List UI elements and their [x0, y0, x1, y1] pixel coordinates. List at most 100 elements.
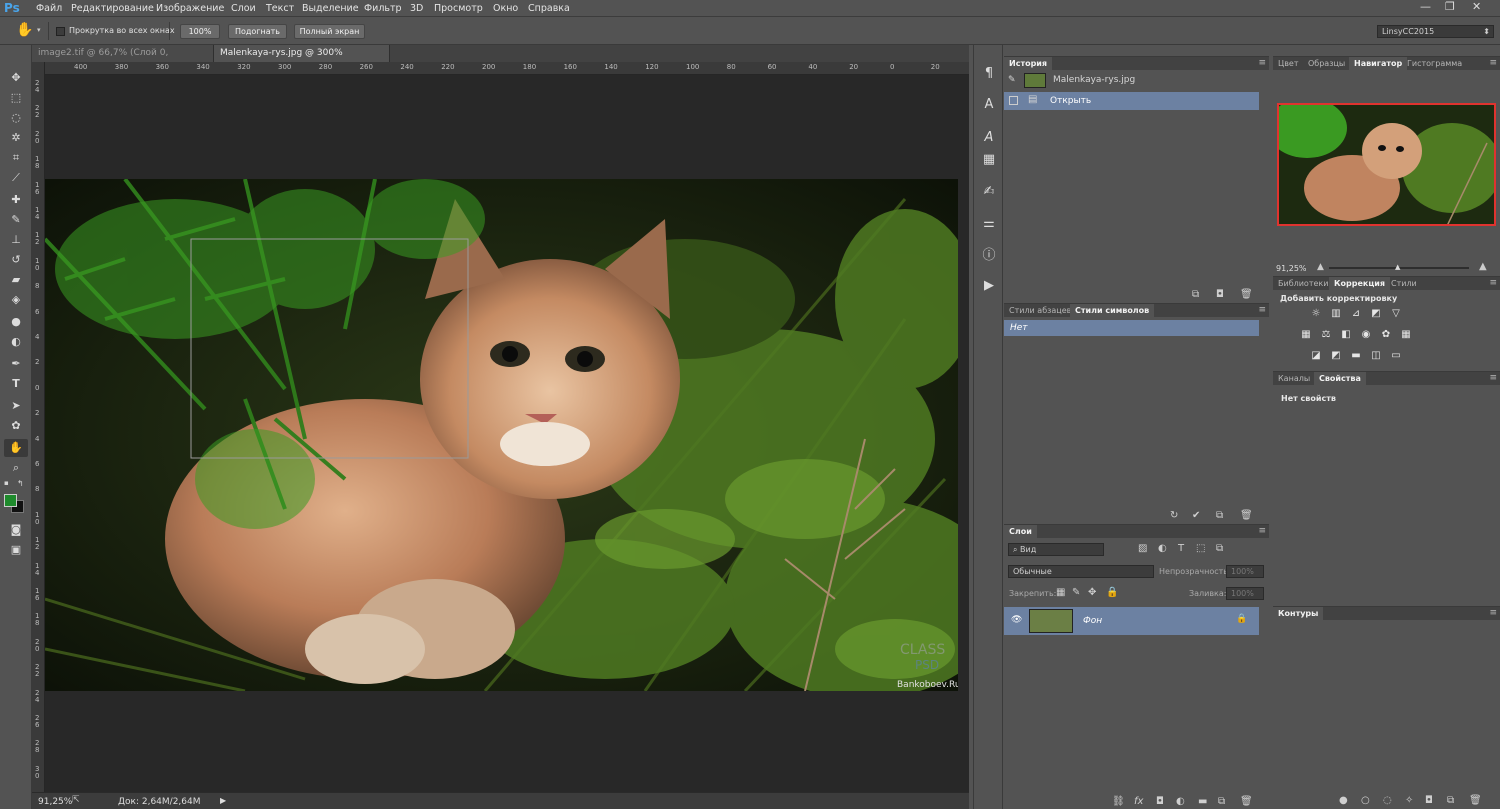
grid-icon[interactable]: ▦ [980, 151, 998, 169]
brightness-icon[interactable]: ☼ [1310, 308, 1322, 320]
make-path-icon[interactable]: ✧ [1405, 795, 1413, 806]
tab-malenkaya-rys[interactable]: Malenkaya-rys.jpg @ 300% (RGB/8#)× [214, 45, 390, 75]
menu-window[interactable]: Окно [493, 3, 518, 14]
threshold-icon[interactable]: ▬ [1350, 350, 1362, 362]
load-selection-icon[interactable]: ◌ [1383, 795, 1392, 806]
panel-menu-icon[interactable]: ≡ [1258, 304, 1266, 317]
tab-swatches[interactable]: Образцы [1303, 57, 1350, 70]
tab-histogram[interactable]: Гистограмма [1402, 57, 1467, 70]
tab-color[interactable]: Цвет [1273, 57, 1304, 70]
adjustment-layer-icon[interactable]: ◐ [1176, 796, 1185, 807]
layer-name[interactable]: Фон [1083, 616, 1102, 626]
fill-input[interactable]: 100% [1226, 587, 1264, 600]
panel-menu-icon[interactable]: ≡ [1489, 277, 1497, 290]
menu-layers[interactable]: Слои [231, 3, 256, 14]
filter-pixel-icon[interactable]: ▨ [1138, 543, 1147, 554]
canvas-image[interactable]: CLASS PSD Bankoboev.Ru [45, 179, 958, 691]
color-lookup-icon[interactable]: ▦ [1400, 329, 1412, 341]
panel-menu-icon[interactable]: ≡ [1258, 525, 1266, 538]
filter-type-icon[interactable]: T [1178, 543, 1184, 554]
restore-icon[interactable]: ❐ [1445, 0, 1455, 13]
posterize-icon[interactable]: ◩ [1330, 350, 1342, 362]
swap-colors-icon[interactable]: ↰ [17, 479, 24, 488]
menu-edit[interactable]: Редактирование [71, 3, 154, 14]
panel-menu-icon[interactable]: ≡ [1258, 57, 1266, 70]
eyedropper-icon[interactable]: ⟋ [4, 169, 28, 187]
dodge-tool-icon[interactable]: ◐ [4, 333, 28, 351]
photo-filter-icon[interactable]: ◉ [1360, 329, 1372, 341]
color-balance-icon[interactable]: ⚖ [1320, 329, 1332, 341]
black-white-icon[interactable]: ◧ [1340, 329, 1352, 341]
menu-filter[interactable]: Фильтр [364, 3, 402, 14]
opacity-input[interactable]: 100% [1226, 565, 1264, 578]
blur-tool-icon[interactable]: ● [4, 313, 28, 331]
history-brush-icon[interactable]: ↺ [4, 251, 28, 269]
clone-stamp-icon[interactable]: ⊥ [4, 231, 28, 249]
marquee-tool-icon[interactable]: ⬚ [4, 89, 28, 107]
menu-type[interactable]: Текст [266, 3, 294, 14]
lock-transparent-icon[interactable]: ▦ [1056, 587, 1065, 598]
menu-select[interactable]: Выделение [302, 3, 359, 14]
character-icon[interactable]: A [980, 96, 998, 114]
blend-mode-select[interactable]: Обычные [1008, 565, 1154, 578]
trash-icon[interactable]: 🗑 [1469, 795, 1482, 806]
type-tool-icon[interactable]: T [4, 375, 28, 393]
crop-tool-icon[interactable]: ⌗ [4, 149, 28, 167]
new-path-icon[interactable]: ⧉ [1447, 795, 1454, 806]
vibrance-icon[interactable]: ▽ [1390, 308, 1402, 320]
lock-all-icon[interactable]: 🔒 [1106, 587, 1118, 598]
navigator-zoom[interactable]: 91,25% [1276, 264, 1307, 273]
stroke-path-icon[interactable]: ○ [1361, 795, 1370, 806]
tab-styles[interactable]: Стили [1386, 277, 1422, 290]
eye-icon[interactable]: 👁 [1011, 615, 1022, 625]
panel-menu-icon[interactable]: ≡ [1489, 607, 1497, 620]
add-mask-icon[interactable]: ◘ [1425, 795, 1433, 806]
snapshot-camera-icon[interactable]: ◘ [1216, 289, 1224, 300]
hue-sat-icon[interactable]: ▦ [1300, 329, 1312, 341]
pen-tool-icon[interactable]: ✒ [4, 355, 28, 373]
full-screen-button[interactable]: Полный экран [294, 24, 365, 39]
status-menu-arrow-icon[interactable]: ▶ [220, 796, 226, 805]
foreground-color-swatch[interactable] [4, 494, 17, 507]
history-snapshot[interactable]: ✎ Malenkaya-rys.jpg [1004, 71, 1269, 91]
tool-presets-icon[interactable]: ⚌ [980, 215, 998, 233]
chevron-down-icon[interactable]: ▾ [37, 26, 41, 34]
selective-color-icon[interactable]: ◫ [1370, 350, 1382, 362]
levels-icon[interactable]: ▥ [1330, 308, 1342, 320]
redefine-icon[interactable]: ✔ [1192, 510, 1200, 521]
filter-adjust-icon[interactable]: ◐ [1158, 543, 1167, 554]
history-state-checkbox[interactable] [1009, 96, 1018, 105]
trash-icon[interactable]: 🗑 [1240, 796, 1253, 807]
zoom-readout[interactable]: 91,25% [38, 797, 72, 807]
new-document-icon[interactable]: ⧉ [1192, 289, 1199, 300]
hand-tool-icon[interactable]: ✋ [4, 439, 28, 457]
panel-menu-icon[interactable]: ≡ [1489, 372, 1497, 385]
navigator-preview[interactable] [1277, 103, 1496, 226]
paragraph-icon[interactable]: ¶ [980, 65, 998, 83]
clear-override-icon[interactable]: ↻ [1170, 510, 1178, 521]
zoom-slider-thumb[interactable]: ▲ [1395, 263, 1400, 271]
workspace-select[interactable]: LinsyCC2015 ⬍ [1377, 25, 1494, 38]
lock-move-icon[interactable]: ✥ [1088, 587, 1096, 598]
filter-smart-icon[interactable]: ⧉ [1216, 543, 1223, 554]
healing-brush-icon[interactable]: ✚ [4, 191, 28, 209]
add-mask-icon[interactable]: ◘ [1156, 796, 1164, 807]
tab-adjustments[interactable]: Коррекция [1329, 277, 1391, 290]
info-icon[interactable]: ⓘ [980, 247, 998, 265]
zoom-100-button[interactable]: 100% [180, 24, 220, 39]
new-style-icon[interactable]: ⧉ [1216, 510, 1223, 521]
new-layer-icon[interactable]: ⧉ [1218, 796, 1225, 807]
filter-shape-icon[interactable]: ⬚ [1196, 543, 1205, 554]
glyph-icon[interactable]: A [980, 129, 998, 147]
layer-row-background[interactable]: 👁 Фон 🔒 [1004, 607, 1259, 635]
actions-play-icon[interactable]: ▶ [980, 277, 998, 295]
lock-paint-icon[interactable]: ✎ [1072, 587, 1080, 598]
quick-mask-icon[interactable]: ◙ [4, 521, 28, 539]
eraser-tool-icon[interactable]: ▰ [4, 271, 28, 289]
menu-3d[interactable]: 3D [410, 3, 423, 14]
brush-preset-icon[interactable]: ✍ [980, 183, 998, 201]
fill-path-icon[interactable]: ● [1339, 795, 1348, 806]
path-select-icon[interactable]: ➤ [4, 397, 28, 415]
screen-mode-icon[interactable]: ▣ [4, 541, 28, 559]
close-icon[interactable]: ✕ [1472, 0, 1481, 13]
